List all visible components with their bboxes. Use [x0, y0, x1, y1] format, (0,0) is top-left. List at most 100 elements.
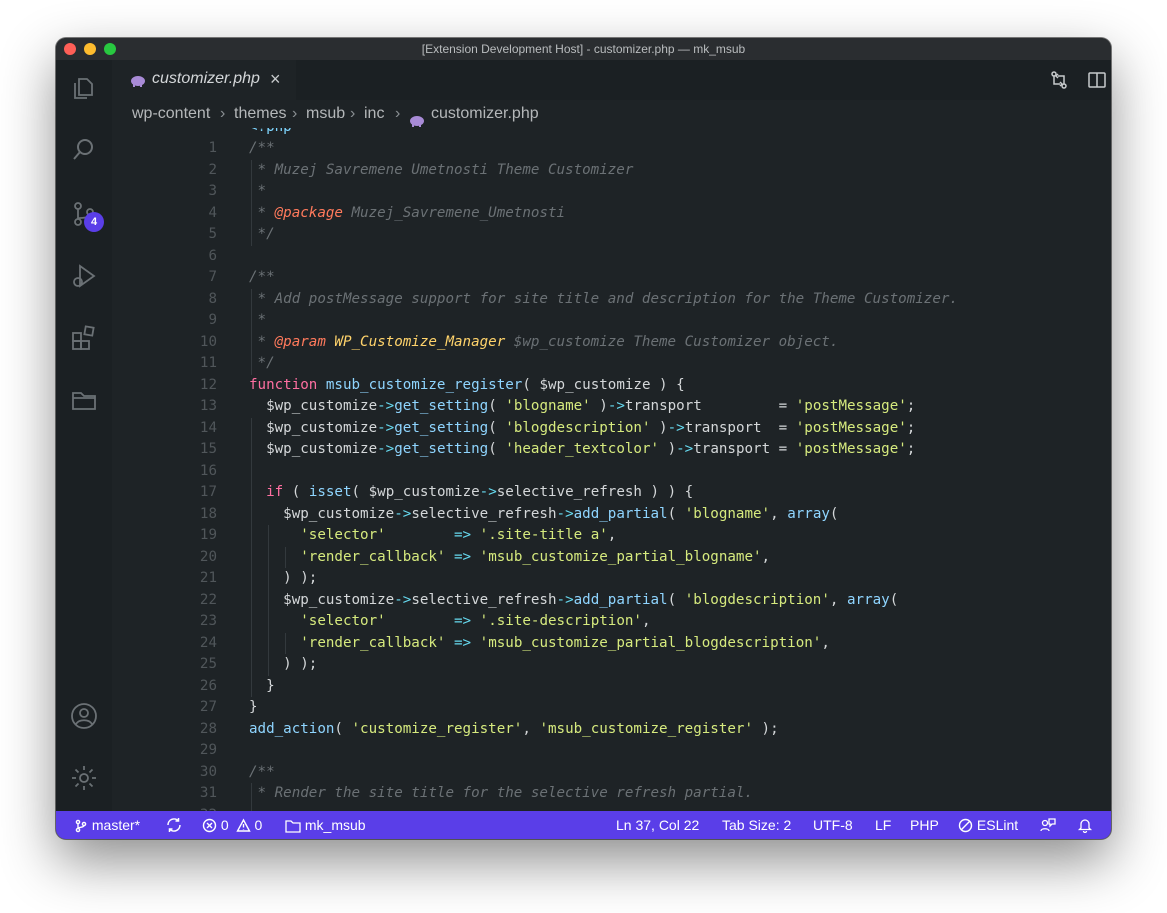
code-line[interactable]: 18 $wp_customize->selective_refresh->add…	[112, 504, 1092, 526]
breadcrumb-item[interactable]: inc	[364, 100, 384, 128]
code-line[interactable]: 27}	[112, 697, 1092, 719]
code-line[interactable]: 26 }	[112, 676, 1092, 698]
code-text: * Render the site title for the selectiv…	[249, 785, 753, 801]
code-text: */	[249, 226, 275, 242]
line-number: 25	[199, 656, 217, 672]
breadcrumb-item[interactable]: customizer.php	[431, 100, 539, 128]
code-line[interactable]: 1 /**	[112, 138, 1092, 160]
indent-guide	[251, 783, 252, 811]
code-line[interactable]: 11 */	[112, 353, 1092, 375]
workspace-folder-status[interactable]: mk_msub	[285, 811, 366, 839]
code-line[interactable]: 5 */	[112, 224, 1092, 246]
warning-icon	[235, 818, 251, 832]
line-number: 20	[199, 548, 217, 565]
compare-changes-icon[interactable]	[1049, 70, 1069, 90]
title-bar: [Extension Development Host] - customize…	[56, 38, 1111, 60]
code-line[interactable]: 17 if ( isset( $wp_customize->selective_…	[112, 482, 1092, 504]
code-line[interactable]: <?php	[112, 128, 1092, 138]
sync-icon[interactable]	[165, 811, 183, 839]
code-line[interactable]: 19 'selector' => '.site-title a',	[112, 525, 1092, 547]
code-line[interactable]: 14 $wp_customize->get_setting( 'blogdesc…	[112, 418, 1092, 440]
code-line[interactable]: 20 'render_callback' => 'msub_customize_…	[112, 547, 1092, 569]
encoding[interactable]: UTF-8	[813, 811, 853, 839]
code-text: function msub_customize_register( $wp_cu…	[249, 376, 685, 393]
code-text: $wp_customize->get_setting( 'blogdescrip…	[266, 419, 916, 436]
search-icon[interactable]	[70, 136, 98, 164]
line-number: 14	[199, 419, 217, 436]
eslint-status[interactable]: ESLint	[958, 811, 1018, 839]
chevron-right-icon: ›	[395, 105, 401, 122]
notifications-bell-icon[interactable]	[1077, 811, 1093, 839]
branch-label: master*	[91, 817, 141, 833]
code-line[interactable]: 16	[112, 461, 1092, 483]
folder-icon[interactable]	[70, 386, 98, 414]
code-line[interactable]: 7 /**	[112, 267, 1092, 289]
account-icon[interactable]	[70, 702, 98, 730]
code-text: ) );	[249, 570, 318, 586]
code-text: 'render_callback' => 'msub_customize_par…	[300, 548, 771, 565]
code-line[interactable]: 30 /**	[112, 762, 1092, 784]
split-editor-icon[interactable]	[1087, 70, 1107, 90]
code-line[interactable]: 10 * @param WP_Customize_Manager $wp_cus…	[112, 332, 1092, 354]
code-editor[interactable]: <?php 1 /** 2 * Muzej Savremene Umetnosti T…	[112, 128, 1111, 811]
code-line[interactable]: 9 *	[112, 310, 1092, 332]
branch-status[interactable]: master*	[74, 811, 140, 839]
code-line[interactable]: 13 $wp_customize->get_setting( 'blogname…	[112, 396, 1092, 418]
source-control-badge: 4	[84, 212, 104, 232]
line-number: 16	[199, 462, 217, 479]
code-line[interactable]: 12 function msub_customize_register( $wp_…	[112, 375, 1092, 397]
code-line[interactable]: 8 * Add postMessage support for site tit…	[112, 289, 1092, 311]
close-window-button[interactable]	[64, 43, 76, 55]
close-icon[interactable]: ×	[270, 69, 281, 90]
explorer-icon[interactable]	[70, 74, 98, 102]
code-line[interactable]: 15 $wp_customize->get_setting( 'header_t…	[112, 439, 1092, 461]
line-number: 3	[208, 183, 217, 199]
settings-gear-icon[interactable]	[70, 764, 98, 792]
line-number: 1	[208, 140, 217, 156]
line-number: 12	[199, 376, 217, 393]
breadcrumb: wp-content › themes › msub › inc › custo…	[112, 100, 1111, 128]
code-line[interactable]: 21 ) );	[112, 568, 1092, 590]
tab-customizer-php[interactable]: customizer.php ×	[112, 60, 296, 100]
line-number: 23	[199, 613, 217, 629]
git-branch-icon	[75, 819, 87, 833]
code-line[interactable]: 23 'selector' => '.site-description',	[112, 611, 1092, 633]
code-line[interactable]: 29	[112, 740, 1092, 762]
cursor-position[interactable]: Ln 37, Col 22	[616, 811, 699, 839]
breadcrumb-item[interactable]: themes	[234, 100, 286, 128]
folder-icon	[285, 820, 301, 833]
code-line[interactable]: 4 * @package Muzej_Savremene_Umetnosti	[112, 203, 1092, 225]
code-line[interactable]: 2 * Muzej Savremene Umetnosti Theme Cust…	[112, 160, 1092, 182]
code-line[interactable]: 24 'render_callback' => 'msub_customize_…	[112, 633, 1092, 655]
code-text: $wp_customize->selective_refresh->add_pa…	[283, 591, 899, 608]
breadcrumb-item[interactable]: msub	[306, 100, 345, 128]
line-number: 10	[199, 333, 217, 350]
run-debug-icon[interactable]	[70, 262, 98, 290]
code-line[interactable]: 25 ) );	[112, 654, 1092, 676]
problems-status[interactable]: 0 0	[202, 811, 262, 839]
line-number: 28	[199, 720, 217, 737]
feedback-icon[interactable]	[1040, 811, 1056, 839]
code-line[interactable]: 31 * Render the site title for the selec…	[112, 783, 1092, 805]
end-of-line[interactable]: LF	[875, 811, 891, 839]
code-line[interactable]: 22 $wp_customize->selective_refresh->add…	[112, 590, 1092, 612]
code-text: }	[249, 699, 258, 715]
extensions-icon[interactable]	[70, 324, 98, 352]
indent-guide	[268, 525, 269, 676]
code-line[interactable]: 28 add_action( 'customize_register', 'msu…	[112, 719, 1092, 741]
code-text: $wp_customize->get_setting( 'header_text…	[266, 441, 916, 457]
zoom-window-button[interactable]	[104, 43, 116, 55]
language-mode[interactable]: PHP	[910, 811, 939, 839]
breadcrumb-item[interactable]: wp-content	[132, 100, 210, 128]
line-number: 26	[199, 677, 217, 694]
code-line[interactable]: 6	[112, 246, 1092, 268]
code-line[interactable]: 3 *	[112, 181, 1092, 203]
tab-size[interactable]: Tab Size: 2	[722, 811, 791, 839]
line-number: 19	[199, 527, 217, 543]
line-number: 21	[199, 570, 217, 586]
folder-label: mk_msub	[304, 817, 366, 833]
minimize-window-button[interactable]	[84, 43, 96, 55]
window-title: [Extension Development Host] - customize…	[421, 42, 746, 56]
line-number: 17	[199, 484, 217, 500]
tab-label: customizer.php	[152, 70, 260, 87]
